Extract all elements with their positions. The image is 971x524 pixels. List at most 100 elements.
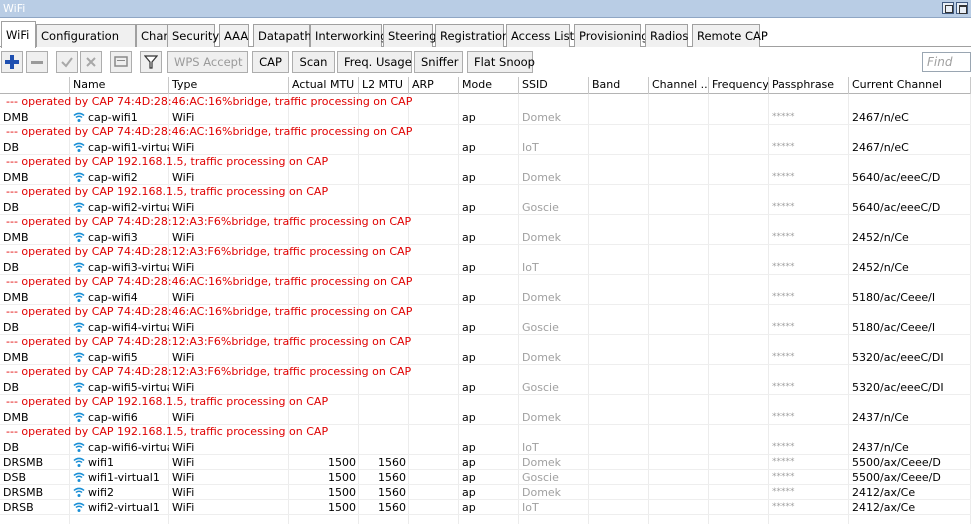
- tab-configuration[interactable]: Configuration: [36, 24, 136, 47]
- table-row[interactable]: DMB cap-wifi2 WiFi ap Domek ***** 5640/ac/eeeC…: [0, 170, 971, 185]
- comment-row: --- operated by CAP 192.168.1.5, traffic…: [6, 395, 329, 408]
- cell-arp: [409, 140, 459, 155]
- cell-ssid: IoT: [522, 441, 539, 454]
- cell-arp: [409, 350, 459, 365]
- maximize-icon[interactable]: [956, 2, 968, 14]
- cell-mode: ap: [462, 486, 476, 499]
- column-header-arp[interactable]: ARP: [409, 77, 459, 94]
- cell-l2mtu: 1560: [378, 456, 406, 469]
- cell-name: wifi2: [70, 485, 169, 500]
- column-header-band[interactable]: Band: [589, 77, 649, 94]
- cell-l2mtu: [359, 350, 409, 365]
- cell-current: 2467/n/eC: [852, 141, 909, 154]
- interface-name: cap-wifi3: [88, 231, 138, 244]
- table-row[interactable]: DMB cap-wifi6 WiFi ap Domek ***** 2437/n/Ce: [0, 410, 971, 425]
- cell-chan: [649, 380, 709, 395]
- cell-current: 5500/ax/Ceee/D: [852, 471, 941, 484]
- table-row[interactable]: DB cap-wifi6-virtual1WiFi ap IoT ***** 2437/n…: [0, 440, 971, 455]
- flat-snoop-button[interactable]: Flat Snoop: [467, 51, 535, 73]
- tab-provisioning[interactable]: Provisioning: [574, 24, 649, 47]
- tab-registration[interactable]: Registration: [435, 24, 509, 47]
- cell-l2mtu: 1560: [378, 471, 406, 484]
- cell-l2mtu: [359, 140, 409, 155]
- column-header-channel[interactable]: Channel ...: [649, 77, 709, 94]
- cell-pass: *****: [772, 292, 795, 302]
- restore-icon[interactable]: [942, 2, 954, 14]
- tab-security[interactable]: Security: [167, 24, 219, 47]
- interface-name: wifi2-virtual1: [88, 501, 160, 514]
- tab-radios[interactable]: Radios: [645, 24, 688, 47]
- scan-button[interactable]: Scan: [292, 51, 335, 73]
- column-header-actual-mtu[interactable]: Actual MTU: [289, 77, 359, 94]
- table-row[interactable]: DB cap-wifi1-virtual1WiFi ap IoT ***** 2467/n…: [0, 140, 971, 155]
- column-header-ssid[interactable]: SSID: [519, 77, 589, 94]
- tab-access-list[interactable]: Access List: [506, 24, 574, 47]
- table-row[interactable]: DMB cap-wifi4 WiFi ap Domek ***** 5180/ac/Ceee…: [0, 290, 971, 305]
- cell-band: [589, 200, 649, 215]
- tab-aaa[interactable]: AAA: [219, 24, 249, 47]
- column-header-mode[interactable]: Mode: [459, 77, 519, 94]
- cell-pass: *****: [772, 322, 795, 332]
- cell-l2mtu: 1560: [378, 501, 406, 514]
- tab-datapath[interactable]: Datapath: [253, 24, 312, 47]
- column-header-frequency[interactable]: Frequency: [709, 77, 769, 94]
- cap-button[interactable]: CAP: [252, 51, 289, 73]
- cell-mode: ap: [462, 201, 476, 214]
- column-header-type[interactable]: Type: [169, 77, 289, 94]
- table-row[interactable]: DSB wifi1-virtual1 WiFi 1500 1560 ap Goscie ***…: [0, 470, 971, 485]
- interface-name: cap-wifi4: [88, 291, 138, 304]
- cell-pass: *****: [772, 487, 795, 497]
- tab-interworking[interactable]: Interworking: [310, 24, 388, 47]
- cross-icon[interactable]: [80, 51, 102, 73]
- cell-ssid: Domek: [522, 411, 562, 424]
- cell-freq: [709, 110, 769, 125]
- interface-name: wifi1-virtual1: [88, 471, 160, 484]
- wps-accept-button[interactable]: WPS Accept: [167, 51, 248, 73]
- wifi-icon: [73, 381, 88, 394]
- comment-row: --- operated by CAP 192.168.1.5, traffic…: [6, 425, 329, 438]
- check-icon[interactable]: [56, 51, 78, 73]
- freq-usage-button[interactable]: Freq. Usage: [337, 51, 412, 73]
- find-input[interactable]: Find: [922, 52, 971, 72]
- table-row[interactable]: DB cap-wifi4-virtual1WiFi ap Goscie ***** 518…: [0, 320, 971, 335]
- table-row[interactable]: DMB cap-wifi1 WiFi ap Domek ***** 2467/n/eC: [0, 110, 971, 125]
- interface-name: wifi1: [88, 456, 114, 469]
- cell-band: [589, 230, 649, 245]
- tab-wifi[interactable]: WiFi: [1, 21, 36, 48]
- tab-remote-cap[interactable]: Remote CAP: [692, 24, 768, 47]
- column-header-l2-mtu[interactable]: L2 MTU: [359, 77, 409, 94]
- tab-steering[interactable]: Steering: [383, 24, 436, 47]
- cell-ssid: IoT: [522, 261, 539, 274]
- table-row[interactable]: DB cap-wifi3-virtual1WiFi ap IoT ***** 2452/n…: [0, 260, 971, 275]
- column-header-flags[interactable]: [0, 77, 70, 94]
- comment-icon[interactable]: [110, 51, 132, 73]
- cell-ssid: IoT: [522, 501, 539, 514]
- column-header-name[interactable]: Name: [70, 77, 169, 94]
- cell-mode: ap: [462, 321, 476, 334]
- minus-icon[interactable]: [26, 51, 48, 73]
- table-row[interactable]: DB cap-wifi5-virtual1WiFi ap Goscie ***** 532…: [0, 380, 971, 395]
- cell-mode: ap: [462, 261, 476, 274]
- cell-flags: DB: [3, 381, 20, 394]
- table-row[interactable]: DMB cap-wifi3 WiFi ap Domek ***** 2452/n/Ce: [0, 230, 971, 245]
- column-header-passphrase[interactable]: Passphrase: [769, 77, 849, 94]
- interface-name: cap-wifi6-virtual1: [88, 441, 169, 454]
- table-row[interactable]: DMB cap-wifi5 WiFi ap Domek ***** 5320/ac/eeeC…: [0, 350, 971, 365]
- sniffer-button[interactable]: Sniffer: [414, 51, 463, 73]
- table-row[interactable]: DB cap-wifi2-virtual1WiFi ap Goscie ***** 564…: [0, 200, 971, 215]
- column-header-current-channel[interactable]: Current Channel: [849, 77, 971, 94]
- cell-mtu: 1500: [328, 501, 356, 514]
- cell-l2mtu: [359, 230, 409, 245]
- comment-row: --- operated by CAP 74:4D:28:12:A3:F6%br…: [6, 245, 412, 258]
- table-row[interactable]: DRSB wifi2-virtual1 WiFi 1500 1560 ap IoT *****…: [0, 500, 971, 515]
- comment-row: --- operated by CAP 74:4D:28:12:A3:F6%br…: [6, 335, 412, 348]
- filter-icon[interactable]: [140, 51, 162, 73]
- plus-icon[interactable]: [1, 51, 23, 73]
- cell-type: WiFi: [172, 201, 195, 214]
- cell-mode: ap: [462, 171, 476, 184]
- table-row[interactable]: DRSMB wifi2 WiFi 1500 1560 ap Domek ***** 2412/a…: [0, 485, 971, 500]
- table-row[interactable]: DRSMB wifi1 WiFi 1500 1560 ap Domek ***** 5500/a…: [0, 455, 971, 470]
- cell-mtu: [289, 440, 359, 455]
- cell-current: 5320/ac/eeeC/DI: [852, 381, 944, 394]
- cell-mtu: [289, 230, 359, 245]
